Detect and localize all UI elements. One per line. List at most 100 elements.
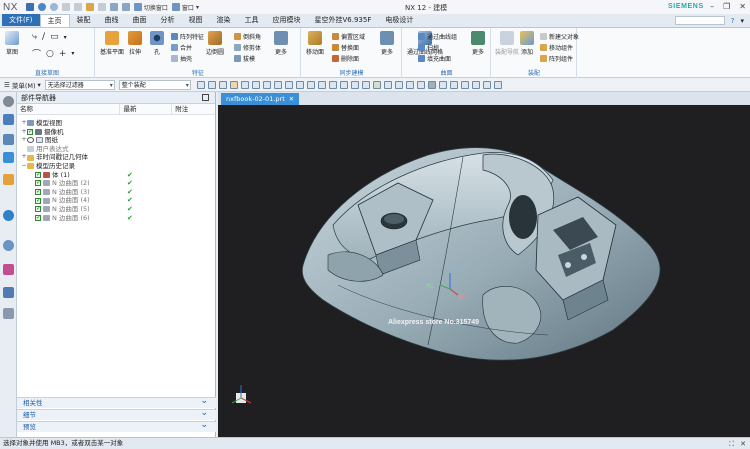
delete-icon[interactable] bbox=[97, 3, 106, 11]
pole-icon[interactable] bbox=[361, 80, 370, 89]
unite-button[interactable]: 合并 bbox=[171, 43, 192, 52]
bounded-grid-icon[interactable] bbox=[350, 80, 359, 89]
tree-row-body[interactable]: 体 (1) ✔ bbox=[17, 171, 215, 179]
roles-icon[interactable] bbox=[3, 287, 14, 298]
layer-icon[interactable] bbox=[449, 80, 458, 89]
more-surface-button[interactable]: 更多 bbox=[471, 31, 485, 56]
tree-row-n-side-surface[interactable]: N 边曲面 (6) ✔ bbox=[17, 214, 215, 222]
face-blend-button[interactable]: 填充曲面 bbox=[418, 54, 451, 63]
fit-icon[interactable] bbox=[372, 80, 381, 89]
pan-icon[interactable] bbox=[405, 80, 414, 89]
mid-point-icon[interactable] bbox=[262, 80, 271, 89]
move-face-button[interactable]: 移动面 bbox=[306, 31, 324, 56]
circle-icon[interactable]: ○ bbox=[46, 49, 54, 59]
tab-plugin[interactable]: 星空外挂V6.935F bbox=[308, 14, 379, 27]
quadrant-icon[interactable] bbox=[306, 80, 315, 89]
close-icon[interactable]: ✕ bbox=[739, 2, 746, 11]
delete-face-button[interactable]: 删除面 bbox=[332, 54, 359, 63]
maximize-icon[interactable] bbox=[202, 94, 209, 101]
sketch-button[interactable]: 草图 bbox=[5, 31, 19, 56]
checkbox[interactable] bbox=[35, 205, 41, 214]
tree-row-n-side-surface[interactable]: N 边曲面 (4) ✔ bbox=[17, 196, 215, 205]
chamfer-button[interactable]: 倒斜角 bbox=[234, 32, 261, 41]
repeat-icon[interactable] bbox=[109, 3, 118, 11]
tree-row-non-timestamp-geometry[interactable]: + 非时间戳记几何体 bbox=[17, 153, 215, 162]
tab-surface[interactable]: 曲面 bbox=[126, 14, 154, 27]
move-component-button[interactable]: 移动组件 bbox=[540, 43, 573, 52]
extrude-button[interactable]: 拉伸 bbox=[128, 31, 142, 56]
constraint-navigator-icon[interactable] bbox=[3, 134, 14, 145]
tab-file[interactable]: 文件(F) bbox=[2, 14, 40, 26]
draft-button[interactable]: 拔模 bbox=[234, 54, 255, 63]
settings-gear-icon[interactable] bbox=[3, 96, 14, 107]
arc-icon[interactable]: ⌒ bbox=[32, 47, 41, 60]
assembly-navigator-icon[interactable] bbox=[3, 114, 14, 125]
tree-row-sheets[interactable]: + 图纸 bbox=[17, 136, 215, 145]
edit-section-icon[interactable] bbox=[471, 80, 480, 89]
render-style-icon[interactable] bbox=[427, 80, 436, 89]
web-browser-icon[interactable] bbox=[3, 210, 14, 221]
close-tab-icon[interactable]: ✕ bbox=[289, 93, 294, 105]
checkbox[interactable] bbox=[35, 214, 41, 222]
more-sync-button[interactable]: 更多 bbox=[380, 31, 394, 56]
command-search-input[interactable] bbox=[674, 16, 725, 25]
more-icon[interactable]: ▾ bbox=[71, 50, 74, 57]
chevron-down-icon[interactable]: ▾ bbox=[64, 34, 67, 41]
arc-center-icon[interactable] bbox=[295, 80, 304, 89]
new-parent-button[interactable]: 新建父对象 bbox=[540, 32, 579, 41]
point-on-face-icon[interactable] bbox=[339, 80, 348, 89]
restore-icon[interactable]: ❐ bbox=[723, 2, 730, 11]
hole-button[interactable]: 孔 bbox=[150, 31, 164, 56]
zoom-icon[interactable] bbox=[383, 80, 392, 89]
line-icon[interactable]: / bbox=[42, 32, 45, 42]
tab-view[interactable]: 视图 bbox=[182, 14, 210, 27]
tree-row-model-history[interactable]: − 模型历史记录 bbox=[17, 162, 215, 171]
touch-mode-icon[interactable] bbox=[121, 3, 130, 11]
more-feature-button[interactable]: 更多 bbox=[274, 31, 288, 56]
help-icon[interactable]: ? bbox=[731, 17, 735, 25]
edge-blend-button[interactable]: 边倒圆 bbox=[206, 31, 224, 56]
ribbon-options-icon[interactable]: ▾ bbox=[740, 17, 744, 25]
paste-icon[interactable] bbox=[85, 3, 94, 11]
shell-button[interactable]: 抽壳 bbox=[171, 54, 192, 63]
filter-icon[interactable] bbox=[229, 80, 238, 89]
tab-assembly[interactable]: 装配 bbox=[70, 14, 98, 27]
process-studio-icon[interactable] bbox=[3, 264, 14, 275]
cut-icon[interactable] bbox=[61, 3, 70, 11]
assembly-nav-button[interactable]: 装配导航 bbox=[495, 31, 519, 56]
minimize-icon[interactable]: – bbox=[710, 2, 714, 11]
tab-render[interactable]: 渲染 bbox=[210, 14, 238, 27]
reuse-library-icon[interactable] bbox=[3, 174, 14, 185]
part-navigator-icon[interactable] bbox=[3, 152, 14, 163]
column-latest[interactable]: 最新 bbox=[120, 104, 173, 114]
quick-pick-icon[interactable] bbox=[240, 80, 249, 89]
switch-window-button[interactable]: 切换窗口 bbox=[133, 3, 168, 12]
replace-face-button[interactable]: 替换面 bbox=[332, 43, 359, 52]
checkbox[interactable] bbox=[27, 128, 33, 136]
clip-section-icon[interactable] bbox=[482, 80, 491, 89]
preview-panel[interactable]: 预览 bbox=[17, 420, 216, 432]
pattern-feature-button[interactable]: 阵列特征 bbox=[171, 32, 204, 41]
work-layer-icon[interactable] bbox=[493, 80, 502, 89]
dependencies-panel[interactable]: 相关性 bbox=[17, 396, 216, 408]
through-curves-button[interactable]: 通过曲线组 bbox=[418, 32, 457, 41]
tab-analysis[interactable]: 分析 bbox=[154, 14, 182, 27]
tree-row-n-side-surface[interactable]: N 边曲面 (2) ✔ bbox=[17, 179, 215, 188]
checkbox[interactable] bbox=[35, 171, 41, 179]
rectangle-icon[interactable]: ▭ bbox=[50, 32, 59, 42]
checkbox[interactable] bbox=[35, 188, 41, 197]
cancel-icon[interactable]: ✕ bbox=[740, 439, 746, 449]
rotate-icon[interactable] bbox=[394, 80, 403, 89]
snap-icon[interactable] bbox=[196, 80, 205, 89]
tab-application[interactable]: 应用模块 bbox=[266, 14, 308, 27]
intersection-icon[interactable] bbox=[284, 80, 293, 89]
history-icon[interactable] bbox=[3, 240, 14, 251]
menu-button[interactable]: ☰ 菜单(M) ▾ bbox=[4, 80, 41, 90]
tree-row-model-views[interactable]: + 模型视图 bbox=[17, 119, 215, 128]
edge-display-icon[interactable] bbox=[438, 80, 447, 89]
tab-home[interactable]: 主页 bbox=[39, 14, 70, 27]
part-tab[interactable]: nxfbook-02-01.prt ✕ bbox=[221, 93, 300, 105]
column-name[interactable]: 名称 bbox=[17, 104, 121, 114]
tab-tools[interactable]: 工具 bbox=[238, 14, 266, 27]
point-on-curve-icon[interactable] bbox=[328, 80, 337, 89]
